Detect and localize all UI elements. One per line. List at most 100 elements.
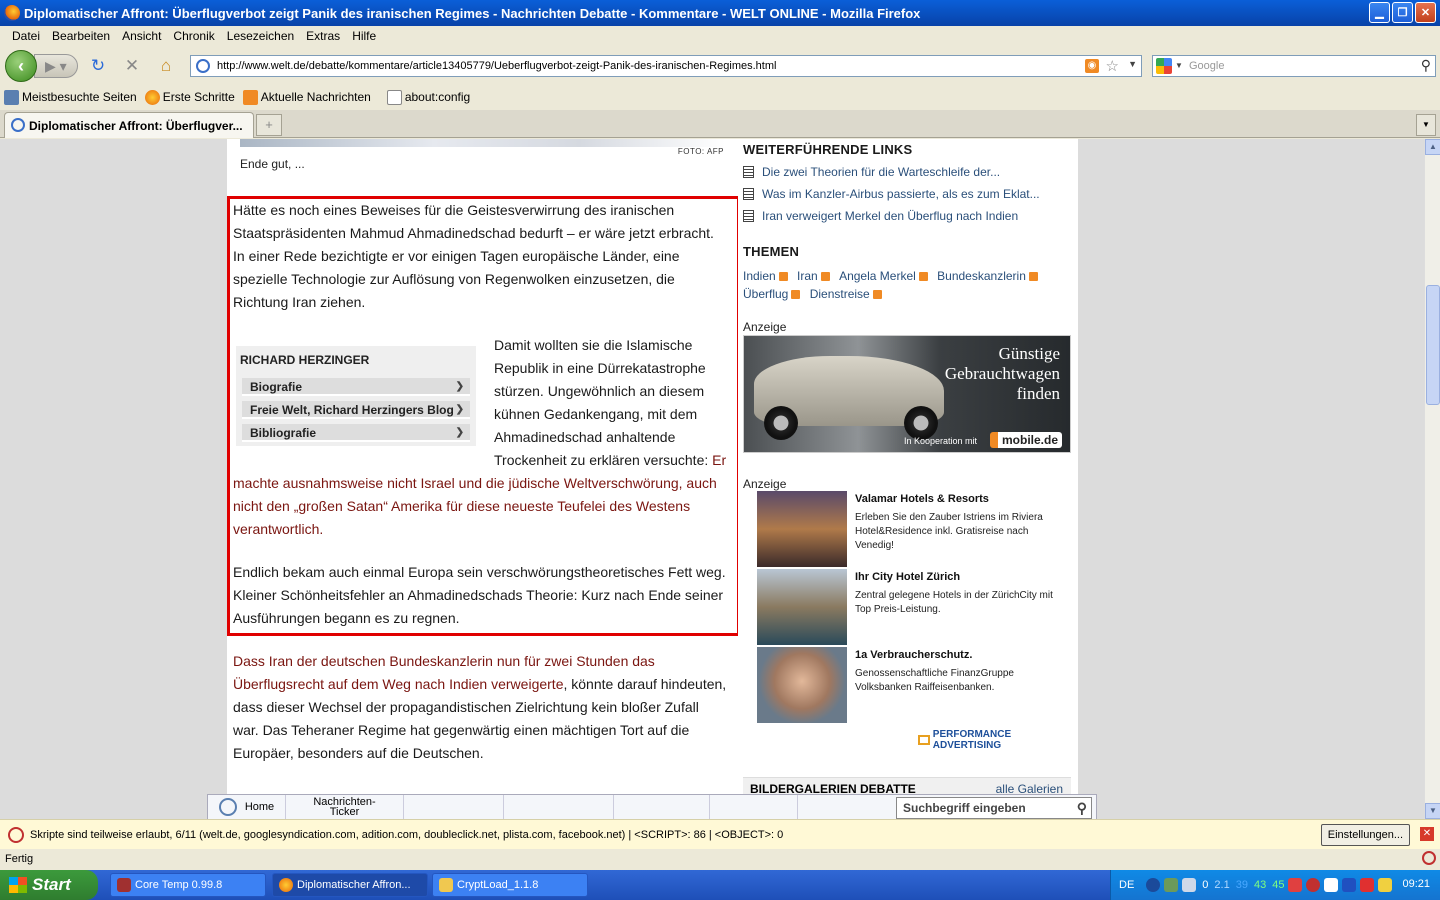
tab-active[interactable]: Diplomatischer Affront: Überflugver... — [4, 112, 254, 138]
toolbar-slot[interactable] — [614, 795, 710, 819]
noscript-status-icon[interactable] — [1422, 851, 1436, 865]
close-button[interactable]: ✕ — [1415, 2, 1436, 23]
paragraph-line: Ahmadinedschad anhaltende — [494, 429, 676, 445]
toolbar-home[interactable]: Home — [208, 795, 286, 819]
noscript-settings-button[interactable]: Einstellungen... — [1320, 824, 1410, 846]
core-temp-icon — [117, 878, 131, 892]
theme-link[interactable]: Angela Merkel — [839, 267, 928, 285]
language-indicator[interactable]: DE — [1119, 879, 1134, 891]
back-button[interactable]: ‹ — [5, 50, 37, 82]
rss-feed-icon[interactable] — [778, 271, 788, 281]
vertical-scrollbar[interactable]: ▲ ▼ — [1424, 139, 1440, 819]
bookmark-star-icon[interactable]: ☆ — [1106, 57, 1119, 75]
site-identity-icon[interactable] — [196, 59, 210, 73]
welt-search-input[interactable]: Suchbegriff eingeben ⚲ — [896, 797, 1092, 819]
menu-lesezeichen[interactable]: Lesezeichen — [221, 29, 300, 43]
rss-feed-icon[interactable] — [1028, 271, 1038, 281]
tray-shield-icon[interactable] — [1306, 878, 1321, 892]
new-tab-button[interactable]: + — [256, 114, 282, 136]
menu-bearbeiten[interactable]: Bearbeiten — [46, 29, 116, 43]
url-dropdown-icon[interactable]: ▼ — [1128, 59, 1137, 69]
accordion-blog[interactable]: Freie Welt, Richard Herzingers Blog ❯ — [242, 401, 470, 419]
ad-item[interactable]: Valamar Hotels & Resorts Erleben Sie den… — [757, 491, 1077, 567]
engine-dropdown-icon[interactable]: ▼ — [1175, 61, 1183, 70]
start-button[interactable]: Start — [0, 870, 98, 900]
forward-button[interactable]: ▶ ▾ — [34, 54, 78, 78]
rss-feed-icon[interactable] — [872, 289, 882, 299]
tray-alert-icon[interactable] — [1360, 878, 1375, 892]
ad-item[interactable]: Ihr City Hotel Zürich Zentral gelegene H… — [757, 569, 1077, 645]
reload-icon[interactable]: ↻ — [88, 56, 108, 76]
toolbar-ticker[interactable]: Nachrichten-Ticker — [286, 795, 404, 819]
bookmark-erste-schritte[interactable]: Erste Schritte — [144, 89, 235, 105]
task-core-temp[interactable]: Core Temp 0.99.8 — [110, 873, 266, 897]
rss-feed-icon[interactable] — [791, 289, 801, 299]
scroll-up-arrow[interactable]: ▲ — [1425, 139, 1440, 155]
paragraph-line: Damit wollten sie die Islamische — [494, 337, 693, 353]
home-icon[interactable]: ⌂ — [156, 56, 176, 76]
maximize-button[interactable]: ❐ — [1392, 2, 1413, 23]
menu-chronik[interactable]: Chronik — [167, 29, 220, 43]
scroll-thumb[interactable] — [1426, 285, 1440, 405]
google-engine-icon[interactable] — [1156, 58, 1172, 74]
ad-title[interactable]: Valamar Hotels & Resorts — [855, 493, 989, 505]
car-ad-banner[interactable]: Günstige Gebrauchtwagen finden In Kooper… — [743, 335, 1071, 453]
menu-hilfe[interactable]: Hilfe — [346, 29, 382, 43]
bookmark-meistbesuchte[interactable]: Meistbesuchte Seiten — [4, 89, 137, 105]
ad-title[interactable]: Ihr City Hotel Zürich — [855, 571, 960, 583]
menu-extras[interactable]: Extras — [300, 29, 346, 43]
bookmark-aktuelle-nachrichten[interactable]: Aktuelle Nachrichten — [242, 89, 371, 105]
tray-monitor-icon[interactable] — [1182, 878, 1197, 892]
ad-text: Erleben Sie den Zauber Istriens im Rivie… — [855, 512, 1043, 551]
url-text: http://www.welt.de/debatte/kommentare/ar… — [217, 60, 777, 72]
stop-icon[interactable]: ✕ — [122, 56, 142, 76]
toolbar-slot[interactable] — [710, 795, 798, 819]
theme-link[interactable]: Überflug — [743, 285, 801, 303]
article-link-continued[interactable]: machte ausnahmsweise nicht Israel und di… — [233, 472, 733, 541]
related-link[interactable]: Die zwei Theorien für die Warteschleife … — [743, 165, 1000, 179]
tray-bluetooth-icon[interactable] — [1342, 878, 1357, 892]
url-bar[interactable]: http://www.welt.de/debatte/kommentare/ar… — [190, 55, 1142, 77]
rss-feed-icon[interactable] — [820, 271, 830, 281]
tray-network-icon[interactable] — [1164, 878, 1179, 892]
performance-advertising-link[interactable]: PERFORMANCE ADVERTISING — [918, 729, 1078, 751]
page-icon — [386, 89, 402, 105]
menu-datei[interactable]: Datei — [6, 29, 46, 43]
tray-value: 39 — [1235, 879, 1248, 891]
search-icon[interactable]: ⚲ — [1421, 57, 1431, 74]
accordion-biografie[interactable]: Biografie ❯ — [242, 378, 470, 396]
start-label: Start — [32, 875, 71, 894]
theme-link[interactable]: Dienstreise — [810, 285, 882, 303]
ad-item[interactable]: 1a Verbraucherschutz. Genossenschaftlich… — [757, 647, 1077, 723]
web-search-box[interactable]: ▼ Google ⚲ — [1152, 55, 1436, 77]
tray-value: 0 — [1202, 879, 1209, 891]
scroll-down-arrow[interactable]: ▼ — [1425, 803, 1440, 819]
theme-link[interactable]: Indien — [743, 267, 788, 285]
accordion-bibliografie[interactable]: Bibliografie ❯ — [242, 424, 470, 442]
theme-link[interactable]: Iran — [797, 267, 830, 285]
minimize-button[interactable]: ▁ — [1369, 2, 1390, 23]
tray-security-icon[interactable] — [1288, 878, 1303, 892]
close-icon[interactable]: ✕ — [1420, 827, 1434, 841]
ad-thumbnail — [757, 647, 847, 723]
related-link[interactable]: Iran verweigert Merkel den Überflug nach… — [743, 209, 1018, 223]
rss-feed-icon[interactable] — [918, 271, 928, 281]
tab-list-button[interactable]: ▼ — [1416, 114, 1436, 136]
search-icon[interactable]: ⚲ — [1077, 798, 1087, 818]
article-link[interactable]: Er — [712, 452, 726, 468]
performance-label: PERFORMANCE ADVERTISING — [932, 729, 1012, 751]
tray-zonealarm-icon[interactable] — [1324, 878, 1339, 892]
task-firefox[interactable]: Diplomatischer Affron... — [272, 873, 428, 897]
theme-link[interactable]: Bundeskanzlerin — [937, 267, 1038, 285]
related-link[interactable]: Was im Kanzler-Airbus passierte, als es … — [743, 187, 1040, 201]
bookmark-about-config[interactable]: about:config — [386, 89, 470, 105]
tray-expand-icon[interactable] — [1146, 878, 1161, 892]
status-text: Fertig — [5, 853, 34, 865]
menu-ansicht[interactable]: Ansicht — [116, 29, 167, 43]
tray-plane-icon[interactable] — [1378, 878, 1393, 892]
toolbar-slot[interactable] — [504, 795, 614, 819]
toolbar-slot[interactable] — [404, 795, 504, 819]
ad-title[interactable]: 1a Verbraucherschutz. — [855, 649, 972, 661]
task-cryptload[interactable]: CryptLoad_1.1.8 — [432, 873, 588, 897]
rss-feed-icon[interactable]: ◉ — [1085, 59, 1099, 73]
